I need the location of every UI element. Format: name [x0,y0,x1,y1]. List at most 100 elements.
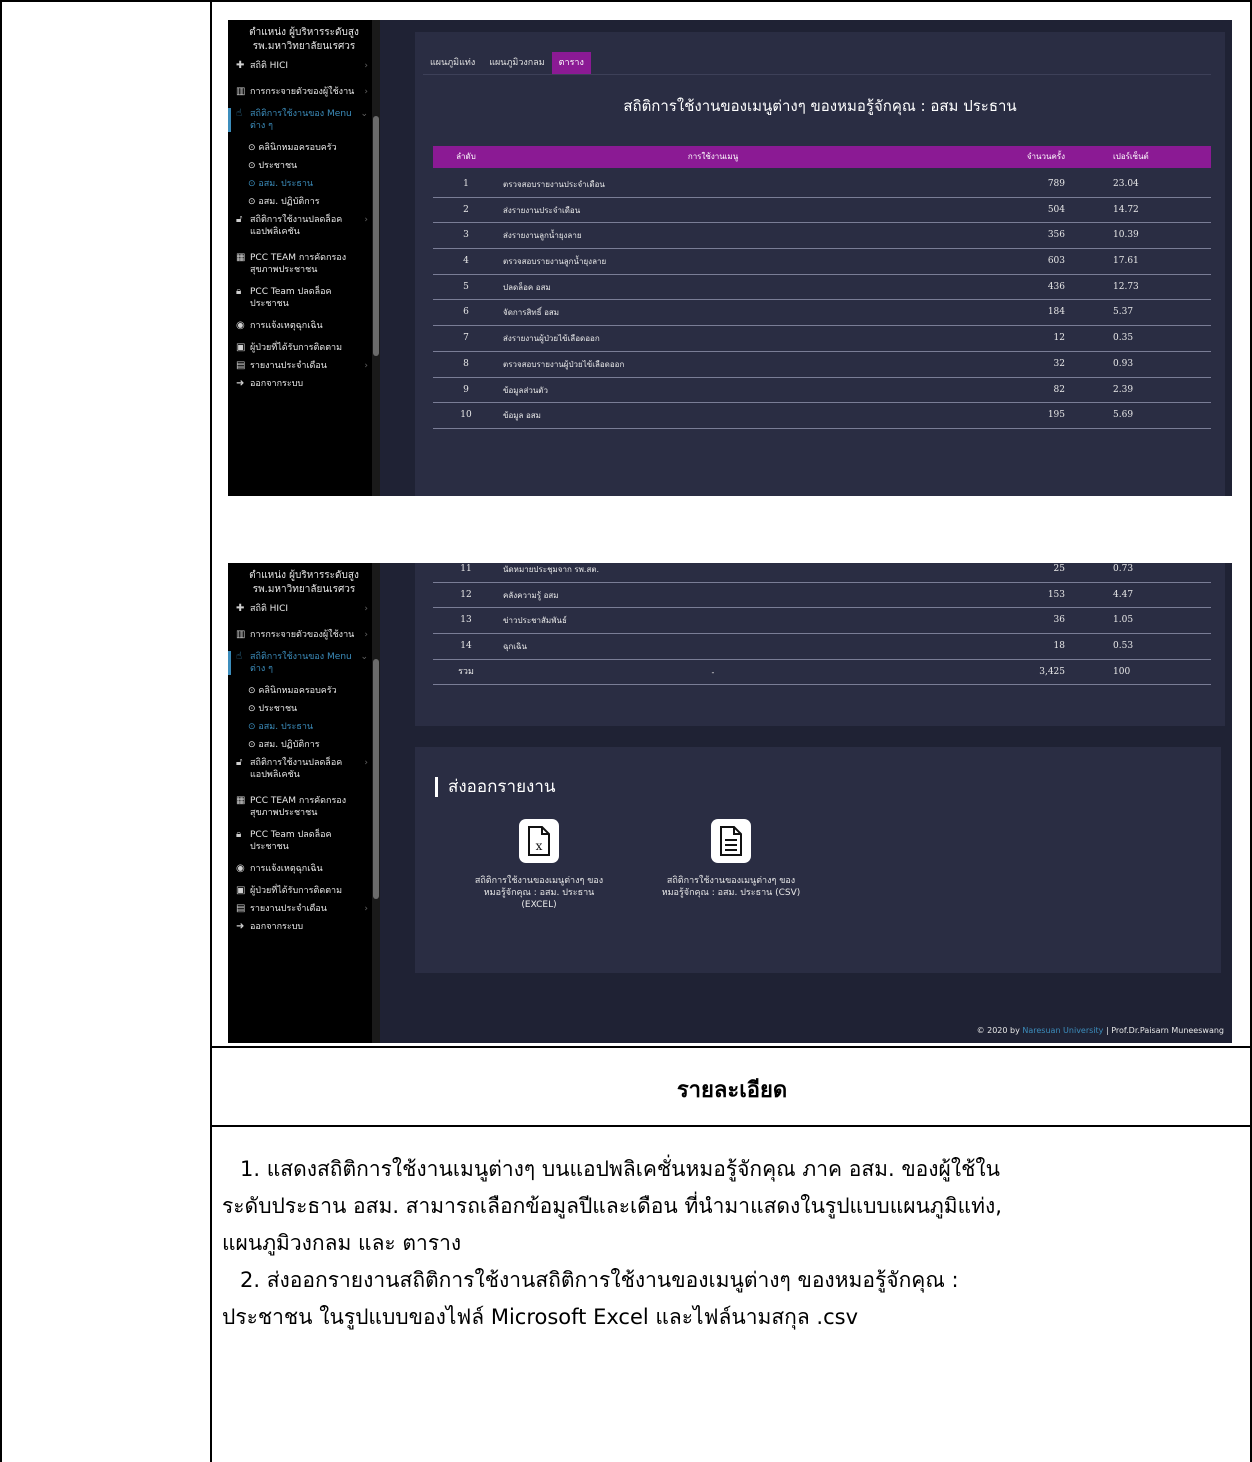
cell-percent: 4.47 [1113,589,1134,600]
sidebar-item-8[interactable]: ▤ รายงานประจำเดือน › [228,903,380,915]
detail-line: 2. ส่งออกรายงานสถิติการใช้งานสถิติการใช้… [240,1268,959,1292]
cell-count: 504 [1047,204,1065,215]
detail-paragraph-1: 1. แสดงสถิติการใช้งานเมนูต่างๆ บนแอปพลิเ… [222,1151,1252,1262]
cell-percent: 0.73 [1113,564,1134,574]
table-border-top [0,0,1252,2]
cell-count: 82 [1053,384,1065,395]
cell-percent: 5.37 [1113,307,1134,318]
cell-menu: - [711,667,715,677]
sidebar-item-1[interactable]: ▥ การกระจายตัวของผู้ใช้งาน › [228,86,380,98]
table-row: 5 ปลดล็อค อสม 436 12.73 [433,275,1211,301]
table-row: 9 ข้อมูลส่วนตัว 82 2.39 [433,378,1211,404]
medkit-icon: ▣ [236,885,246,896]
pointer-icon: ☝ [236,651,243,662]
footer: © 2020 by Naresuan University | Prof.Dr.… [977,1026,1224,1035]
circle-icon: ⊙ [248,143,259,153]
chevron-right-icon: › [364,215,368,225]
submenu-item-2[interactable]: ⊙ อสม. ประธาน [228,721,380,733]
export-excel-button[interactable]: x สถิติการใช้งานของเมนูต่างๆ ของหมอรู้จั… [469,819,609,911]
lock-icon: 🔒︎ [236,286,242,297]
sidebar-item-6[interactable]: ◉ การแจ้งเหตุฉุกเฉิน [228,863,380,875]
submenu-item-2[interactable]: ⊙ อสม. ประธาน [228,178,380,190]
submenu-item-0[interactable]: ⊙ คลินิกหมอครอบครัว [228,142,380,154]
sidebar-item-2[interactable]: ☝ สถิติการใช้งานของ Menu ต่าง ๆ ⌄ [228,108,380,132]
sidebar-item-5[interactable]: 🔒︎ PCC Team ปลดล็อคประชาชน [228,286,380,310]
team-icon: ▦ [236,795,246,806]
cell-menu: ข้อมูลส่วนตัว [503,385,548,395]
sidebar-item-1[interactable]: ▥ การกระจายตัวของผู้ใช้งาน › [228,629,380,641]
alert-icon: ◉ [236,320,245,331]
circle-icon: ⊙ [248,704,259,714]
scrollbar-thumb[interactable] [373,659,379,899]
detail-paragraph-2: 2. ส่งออกรายงานสถิติการใช้งานสถิติการใช้… [222,1262,1252,1336]
sidebar-item-4[interactable]: ▦ PCC TEAM การคัดกรองสุขภาพประชาชน [228,795,380,819]
export-csv-label: สถิติการใช้งานของเมนูต่างๆ ของหมอรู้จักค… [661,876,801,898]
cell-percent: 0.53 [1113,641,1134,652]
table-body: 11 นัดหมายประชุมจาก รพ.สต. 25 0.73 12 คลังควา… [433,563,1211,686]
cell-no: 7 [463,333,469,344]
content-area: 11 นัดหมายประชุมจาก รพ.สต. 25 0.73 12 คลังควา… [415,563,1232,1043]
sidebar-item-6[interactable]: ◉ การแจ้งเหตุฉุกเฉิน [228,320,380,332]
hospital-icon: ✚ [236,60,245,71]
cell-no: 11 [460,564,472,574]
sidebar-item-5[interactable]: 🔒︎ PCC Team ปลดล็อคประชาชน [228,829,380,853]
sidebar-scrollbar[interactable] [372,20,380,496]
sidebar-item-7[interactable]: ▣ ผู้ป่วยที่ได้รับการติดตาม [228,342,380,354]
detail-line: ประชาชน ในรูปแบบของไฟล์ Microsoft Excel … [222,1305,859,1329]
sidebar-item-label: ผู้ป่วยที่ได้รับการติดตาม [250,886,343,896]
footer-prefix: © 2020 by [976,1026,1020,1035]
submenu-item-3[interactable]: ⊙ อสม. ปฏิบัติการ [228,739,380,751]
sidebar-item-label: PCC Team ปลดล็อคประชาชน [250,830,332,852]
cell-count: 25 [1053,564,1065,574]
submenu-label: อสม. ประธาน [258,179,314,189]
table-row: 12 คลังความรู้ อสม 153 4.47 [433,583,1211,609]
tab-pie-chart[interactable]: แผนภูมิวงกลม [482,52,551,74]
cell-menu: ส่งรายงานผู้ป่วยไข้เลือดออก [503,334,600,344]
cell-percent: 23.04 [1113,179,1139,189]
logout-icon: ➜ [236,921,245,932]
table-body: 1 ตรวจสอบรายงานประจำเดือน 789 23.04 2 ส่งรายง… [433,172,1211,429]
submenu-item-1[interactable]: ⊙ ประชาชน [228,703,380,715]
scrollbar-thumb[interactable] [373,116,379,356]
sidebar-item-label: สถิติการใช้งานของ Menu ต่าง ๆ [250,652,352,674]
export-title: ส่งออกรายงาน [435,777,556,797]
sidebar-item-9[interactable]: ➜ ออกจากระบบ [228,378,380,390]
tab-bar-chart[interactable]: แผนภูมิแท่ง [423,52,482,74]
sidebar-scrollbar[interactable] [372,563,380,1043]
sidebar-item-0[interactable]: ✚ สถิติ HICI › [228,60,380,72]
sidebar-item-7[interactable]: ▣ ผู้ป่วยที่ได้รับการติดตาม [228,885,380,897]
cell-count: 789 [1047,179,1065,189]
sidebar-item-3[interactable]: 🔓︎ สถิติการใช้งานปลดล็อคแอปพลิเคชัน › [228,214,380,238]
pointer-icon: ☝ [236,108,243,119]
circle-icon: ⊙ [248,161,259,171]
unlock-icon: 🔓︎ [236,757,243,768]
sidebar-item-label: รายงานประจำเดือน [250,904,327,914]
cell-no: 5 [463,281,469,292]
sidebar: ตำแหน่ง ผู้บริหารระดับสูง รพ.มหาวิทยาลัยน… [228,563,380,1043]
submenu-label: คลินิกหมอครอบครัว [258,686,337,696]
submenu-item-1[interactable]: ⊙ ประชาชน [228,160,380,172]
sidebar-header: ตำแหน่ง ผู้บริหารระดับสูง รพ.มหาวิทยาลัยน… [228,563,380,597]
submenu-item-0[interactable]: ⊙ คลินิกหมอครอบครัว [228,685,380,697]
submenu-label: คลินิกหมอครอบครัว [258,143,337,153]
report-icon: ▤ [236,360,246,371]
csv-file-icon [711,819,751,863]
sidebar-item-label: PCC TEAM การคัดกรองสุขภาพประชาชน [250,796,347,818]
cell-menu: ข้อมูล อสม [503,411,541,421]
sidebar-item-0[interactable]: ✚ สถิติ HICI › [228,603,380,615]
sidebar-item-8[interactable]: ▤ รายงานประจำเดือน › [228,360,380,372]
export-csv-button[interactable]: สถิติการใช้งานของเมนูต่างๆ ของหมอรู้จักค… [661,819,801,899]
tab-table[interactable]: ตาราง [551,52,591,74]
sidebar-item-4[interactable]: ▦ PCC TEAM การคัดกรองสุขภาพประชาชน [228,252,380,276]
submenu-item-3[interactable]: ⊙ อสม. ปฏิบัติการ [228,196,380,208]
table-card: แผนภูมิแท่ง แผนภูมิวงกลม ตาราง สถิติการใ… [415,32,1225,496]
sidebar-item-2[interactable]: ☝ สถิติการใช้งานของ Menu ต่าง ๆ ⌄ [228,651,380,675]
sidebar-item-3[interactable]: 🔓︎ สถิติการใช้งานปลดล็อคแอปพลิเคชัน › [228,757,380,781]
content-area: แผนภูมิแท่ง แผนภูมิวงกลม ตาราง สถิติการใ… [415,20,1232,496]
sidebar-item-9[interactable]: ➜ ออกจากระบบ [228,921,380,933]
cell-count: 184 [1047,307,1065,318]
chevron-right-icon: › [364,904,368,914]
detail-line: แผนภูมิวงกลม และ ตาราง [222,1231,462,1255]
footer-university-link[interactable]: Naresuan University [1022,1026,1103,1035]
table-row: 8 ตรวจสอบรายงานผู้ป่วยไข้เลือดออก 32 0.93 [433,352,1211,378]
